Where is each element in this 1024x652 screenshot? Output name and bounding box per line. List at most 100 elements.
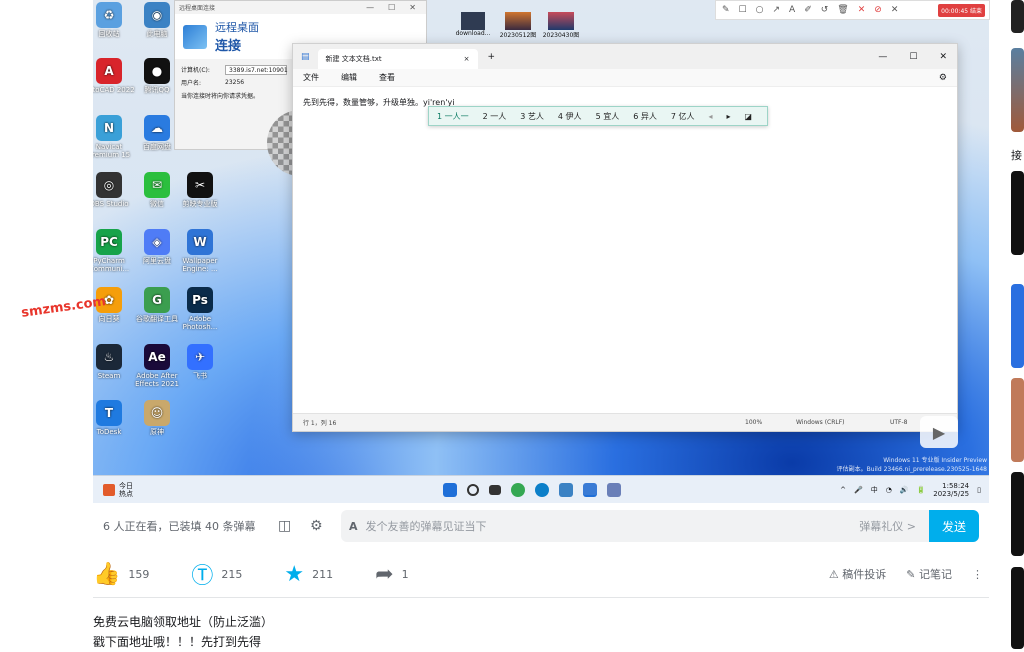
ime-candidate[interactable]: 5 宜人: [596, 111, 620, 122]
recommend-card-thumb[interactable]: [1011, 48, 1024, 132]
marker-icon[interactable]: ✐: [804, 5, 812, 15]
battery-icon[interactable]: 🔋: [917, 486, 926, 494]
rdp-task-icon[interactable]: [607, 482, 621, 497]
ime-prev-icon[interactable]: ◂: [708, 112, 712, 121]
pen-icon[interactable]: ✎: [722, 5, 730, 15]
ime-next-icon[interactable]: ▸: [727, 112, 731, 121]
notepad-window[interactable]: ▤ 新建 文本文档.txt × + — ☐ ✕ 文件 编辑 查看 ⚙ 先到先得，数量管…: [292, 43, 958, 432]
ime-candidate[interactable]: 4 伊人: [558, 111, 582, 122]
rdp-heading-1: 远程桌面: [215, 21, 259, 34]
text-icon[interactable]: A: [789, 5, 795, 15]
minimize-button[interactable]: —: [878, 52, 887, 62]
desktop-icon[interactable]: ✂ 剪映专业版: [171, 172, 229, 208]
menu-view[interactable]: 查看: [379, 72, 395, 83]
recommend-card-thumb[interactable]: [1011, 378, 1024, 462]
menu-edit[interactable]: 编辑: [341, 72, 357, 83]
file-image-2[interactable]: 20230430图: [541, 12, 581, 39]
close-icon[interactable]: ✕: [891, 5, 899, 15]
send-button[interactable]: 发送: [929, 510, 979, 542]
app-icon: T: [96, 400, 122, 426]
ime-candidate[interactable]: 1 一人一: [437, 111, 469, 122]
ime-candidate[interactable]: 3 艺人: [520, 111, 544, 122]
favorite-count: 211: [312, 567, 334, 581]
start-button-icon[interactable]: [443, 482, 457, 497]
edge-icon[interactable]: [535, 482, 549, 497]
more-menu-icon[interactable]: ⋮: [972, 568, 983, 581]
tab-close-icon[interactable]: ×: [464, 55, 470, 63]
wifi-icon[interactable]: ◔: [886, 486, 892, 494]
ime-candidate[interactable]: 7 亿人: [671, 111, 695, 122]
note-button[interactable]: ✎ 记笔记: [906, 566, 952, 582]
desktop-icon-label: 原神: [150, 428, 164, 436]
mic-icon[interactable]: 🎤: [854, 486, 863, 494]
maximize-button[interactable]: ☐: [388, 3, 395, 12]
new-tab-button[interactable]: +: [488, 52, 496, 62]
play-button-icon[interactable]: ▶: [920, 416, 958, 448]
recommend-card-thumb[interactable]: [1011, 171, 1024, 255]
coin-button[interactable]: Ⓣ 215: [191, 558, 242, 590]
menu-file[interactable]: 文件: [303, 72, 319, 83]
recommend-card-thumb[interactable]: [1011, 0, 1024, 33]
file-label: 20230512图: [499, 32, 537, 39]
task-view-icon[interactable]: [489, 484, 501, 495]
camera-off-icon[interactable]: ✕: [858, 5, 866, 15]
app-icon: ✈: [187, 344, 213, 370]
danmaku-settings-icon[interactable]: ⚙: [310, 518, 323, 534]
settings-gear-icon[interactable]: ⚙: [939, 73, 947, 83]
app-icon: ♻: [96, 2, 122, 28]
desktop-icon[interactable]: Ps Adobe Photosh...: [171, 287, 229, 331]
status-zoom: 100%: [745, 419, 763, 426]
file-image-1[interactable]: 20230512图: [498, 12, 538, 39]
store-icon[interactable]: [559, 482, 573, 497]
windows-taskbar: 今日 热点 ^ 🎤 中 ◔ 🔊 🔋 1:58:24 2023/5/25 ▯: [93, 475, 989, 503]
volume-icon[interactable]: 🔊: [900, 486, 909, 494]
ime-candidate-bar[interactable]: 1 一人一 2 一人 3 艺人 4 伊人 5 宜人 6 异人 7 亿人 ◂ ▸ …: [428, 106, 768, 126]
favorite-button[interactable]: ★ 211: [284, 562, 333, 587]
app-icon: Ps: [187, 287, 213, 313]
system-tray[interactable]: ^ 🎤 中 ◔ 🔊 🔋 1:58:24 2023/5/25 ▯: [840, 482, 981, 498]
notepad-task-icon[interactable]: [583, 482, 597, 497]
danmaku-toggle-icon[interactable]: ◫: [278, 518, 291, 534]
minimize-button[interactable]: —: [366, 3, 374, 12]
maximize-button[interactable]: ☐: [909, 52, 917, 62]
danmaku-input[interactable]: A 发个友善的弹幕见证当下 弹幕礼仪 >: [341, 510, 978, 542]
recommend-card-thumb[interactable]: [1011, 567, 1024, 649]
computer-field[interactable]: 3389.is7.net:10901: [225, 64, 288, 75]
desktop-icon[interactable]: W Wallpaper Engine: ...: [171, 229, 229, 273]
close-button[interactable]: ✕: [939, 52, 947, 62]
desktop-icon[interactable]: ✈ 飞书: [171, 344, 229, 380]
share-button[interactable]: ➦ 1: [375, 562, 408, 587]
circle-icon[interactable]: ○: [756, 5, 764, 15]
recommend-card-thumb[interactable]: [1011, 284, 1024, 368]
desktop-icon-label: Adobe Photosh...: [182, 315, 218, 331]
ime-indicator[interactable]: 中: [871, 485, 878, 495]
font-style-icon[interactable]: A: [349, 520, 358, 533]
notepad-status-bar: 行 1，列 16 100% Windows (CRLF) UTF-8: [293, 413, 957, 431]
ime-expand-icon[interactable]: ◪: [745, 112, 753, 121]
clock[interactable]: 1:58:24 2023/5/25: [933, 482, 969, 498]
desktop-icon[interactable]: ☺ 原神: [128, 400, 186, 436]
video-player[interactable]: ♻回收站◉此电脑AAutoCAD 2022●腾讯QQNNavicat Premi…: [93, 0, 989, 503]
close-button[interactable]: ✕: [409, 3, 416, 12]
ime-candidate[interactable]: 2 一人: [483, 111, 507, 122]
app-icon: ◈: [144, 229, 170, 255]
like-button[interactable]: 👍 159: [93, 562, 149, 587]
notification-icon[interactable]: ▯: [977, 486, 981, 494]
weather-widget[interactable]: 今日 热点: [103, 482, 133, 498]
file-download[interactable]: download...: [453, 12, 493, 37]
notepad-tab[interactable]: 新建 文本文档.txt ×: [317, 49, 478, 69]
report-button[interactable]: ⚠ 稿件投诉: [829, 566, 886, 582]
arrow-icon[interactable]: ↗: [772, 5, 780, 15]
undo-icon[interactable]: ↺: [821, 5, 829, 15]
mic-off-icon[interactable]: ⊘: [874, 5, 882, 15]
search-icon[interactable]: [467, 483, 479, 496]
recording-timer[interactable]: 00:00:45 结束: [938, 3, 985, 17]
user-value: 23256: [225, 79, 245, 86]
chat-icon[interactable]: [511, 482, 525, 497]
ime-candidate[interactable]: 6 异人: [633, 111, 657, 122]
rectangle-icon[interactable]: ☐: [739, 5, 747, 15]
trash-icon[interactable]: 🗑: [837, 5, 848, 15]
tray-chevron-icon[interactable]: ^: [840, 486, 846, 494]
danmaku-etiquette-link[interactable]: 弹幕礼仪 >: [859, 518, 916, 534]
recommend-card-thumb[interactable]: [1011, 472, 1024, 556]
